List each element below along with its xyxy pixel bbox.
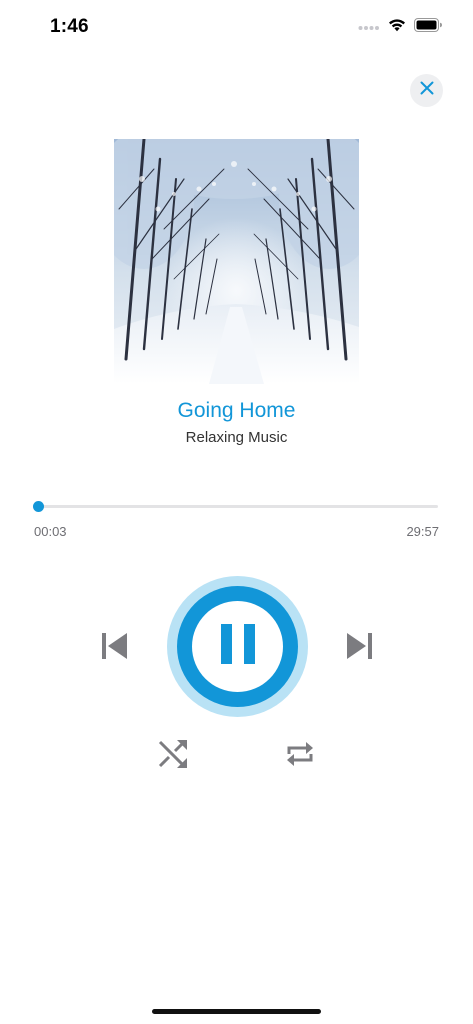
repeat-icon xyxy=(284,738,316,775)
close-icon xyxy=(420,81,434,100)
status-bar: 1:46 xyxy=(0,0,473,54)
pause-icon xyxy=(219,623,257,670)
status-time: 1:46 xyxy=(50,16,89,37)
battery-icon xyxy=(414,17,443,37)
next-track-icon xyxy=(344,630,376,667)
time-elapsed: 00:03 xyxy=(34,524,67,539)
time-total: 29:57 xyxy=(406,524,439,539)
track-subtitle: Relaxing Music xyxy=(185,429,288,446)
shuffle-button[interactable] xyxy=(155,738,191,774)
wifi-icon xyxy=(388,18,406,37)
progress-bar[interactable] xyxy=(37,505,438,508)
previous-track-icon xyxy=(98,630,130,667)
pause-button-core xyxy=(192,601,283,692)
shuffle-icon xyxy=(157,738,189,775)
signal-dots-icon xyxy=(358,18,380,36)
status-icons xyxy=(358,17,443,37)
pause-button-ring xyxy=(177,586,298,707)
home-indicator xyxy=(152,1009,321,1014)
album-artwork xyxy=(114,139,359,384)
track-title: Going Home xyxy=(177,399,296,422)
next-track-button[interactable] xyxy=(340,628,380,668)
close-button[interactable] xyxy=(410,74,443,107)
progress-thumb[interactable] xyxy=(32,501,44,512)
previous-track-button[interactable] xyxy=(94,628,134,668)
pause-button[interactable] xyxy=(167,576,308,717)
repeat-button[interactable] xyxy=(282,738,318,774)
